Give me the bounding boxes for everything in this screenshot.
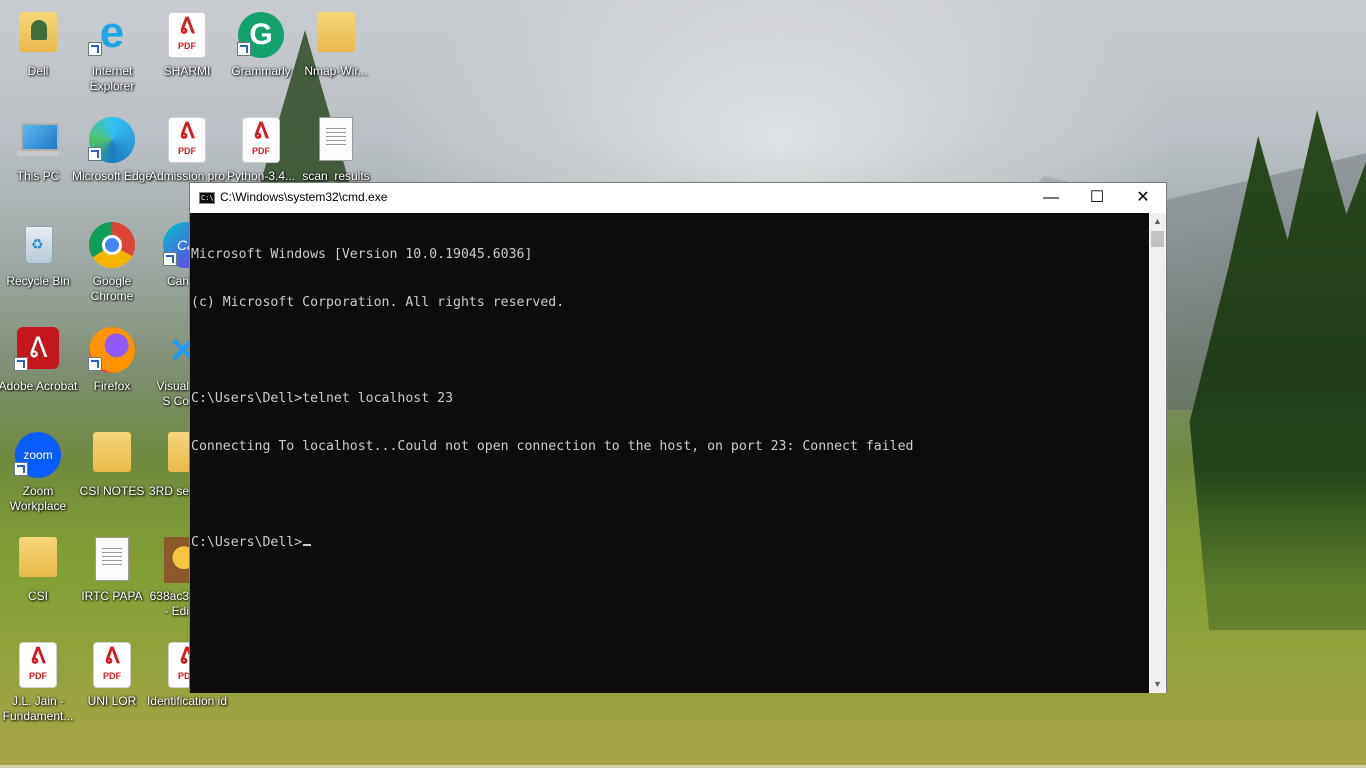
pdf-icon: ᕕ PDF xyxy=(93,642,131,688)
desktop-icon-csi-notes[interactable]: CSI NOTES xyxy=(74,426,150,526)
shortcut-arrow-icon xyxy=(14,462,28,476)
desktop-icon-grammarly[interactable]: G Grammarly xyxy=(223,6,299,106)
folder-icon xyxy=(317,12,355,52)
console-line: Connecting To localhost...Could not open… xyxy=(191,439,914,454)
window-title: C:\Windows\system32\cmd.exe xyxy=(220,190,388,204)
text-cursor xyxy=(303,544,312,546)
desktop-icon-zoom[interactable]: zoom Zoom Workplace xyxy=(0,426,76,526)
user-folder-icon xyxy=(19,12,57,52)
close-button[interactable]: ✕ xyxy=(1120,183,1166,213)
desktop-icon-adobe-acrobat[interactable]: ᕕ Adobe Acrobat xyxy=(0,321,77,421)
recycle-bin-icon: ♻ xyxy=(15,222,61,268)
minimize-button[interactable]: — xyxy=(1028,183,1074,213)
desktop-icon-uni-lor[interactable]: ᕕ PDF UNI LOR xyxy=(74,636,150,736)
text-file-icon xyxy=(95,537,129,581)
vertical-scrollbar[interactable]: ▲ ▼ xyxy=(1149,213,1166,693)
desktop-icon-nmap[interactable]: Nmap-Wir... xyxy=(298,6,374,106)
desktop-icon-google-chrome[interactable]: Google Chrome xyxy=(74,216,150,316)
desktop-icon-3rd-sem[interactable]: 3RD se xyxy=(149,426,189,526)
image-icon xyxy=(164,537,189,583)
folder-icon xyxy=(168,432,189,472)
desktop-icon-this-pc[interactable]: This PC xyxy=(0,111,76,211)
desktop-icon-internet-explorer[interactable]: e Internet Explorer xyxy=(74,6,150,106)
desktop-icon-recycle-bin[interactable]: ♻ Recycle Bin xyxy=(0,216,76,316)
shortcut-arrow-icon xyxy=(88,42,102,56)
cmd-app-icon[interactable]: C:\ xyxy=(199,192,215,204)
desktop-icon-firefox[interactable]: Firefox xyxy=(74,321,150,421)
desktop-icon-dell[interactable]: Dell xyxy=(0,6,76,106)
this-pc-icon xyxy=(15,117,61,163)
pdf-icon: ᕕ PDF xyxy=(19,642,57,688)
folder-icon xyxy=(93,432,131,472)
shortcut-arrow-icon xyxy=(88,147,102,161)
scroll-thumb[interactable] xyxy=(1151,231,1164,247)
console-prompt-line[interactable]: C:\Users\Dell> xyxy=(191,535,1150,551)
shortcut-arrow-icon xyxy=(163,252,177,266)
desktop-icon-microsoft-edge[interactable]: Microsoft Edge xyxy=(72,111,152,211)
desktop-icon-irtc-papa[interactable]: IRTC PAPA xyxy=(74,531,150,631)
shortcut-arrow-icon xyxy=(14,357,28,371)
folder-icon xyxy=(19,537,57,577)
vscode-icon: ✕ xyxy=(168,332,189,370)
desktop-icon-sharmi[interactable]: ᕕ PDF SHARMI xyxy=(149,6,225,106)
console-line: C:\Users\Dell>telnet localhost 23 xyxy=(191,391,454,406)
scroll-down-icon[interactable]: ▼ xyxy=(1149,676,1166,693)
pdf-icon: ᕕ PDF xyxy=(242,117,280,163)
console-line: (c) Microsoft Corporation. All rights re… xyxy=(191,295,565,310)
shortcut-arrow-icon xyxy=(88,357,102,371)
console-line: Microsoft Windows [Version 10.0.19045.60… xyxy=(191,247,533,262)
pdf-icon: ᕕ PDF xyxy=(168,12,206,58)
maximize-button[interactable]: ☐ xyxy=(1074,183,1120,213)
desktop-icon-canva[interactable]: Ca Can xyxy=(149,216,189,316)
chrome-icon xyxy=(89,222,135,268)
console-output[interactable]: Microsoft Windows [Version 10.0.19045.60… xyxy=(190,213,1150,693)
desktop-icon-vscode[interactable]: ✕ Visual S Co xyxy=(149,321,189,421)
desktop-icon-jl-jain[interactable]: ᕕ PDF J.L. Jain - Fundament... xyxy=(0,636,76,736)
title-bar[interactable]: C:\ C:\Windows\system32\cmd.exe — ☐ ✕ xyxy=(190,183,1166,213)
desktop-icon-csi[interactable]: CSI xyxy=(0,531,76,631)
text-file-icon xyxy=(319,117,353,161)
scroll-up-icon[interactable]: ▲ xyxy=(1149,213,1166,230)
desktop-icon-image[interactable]: 638ac3 - Edi xyxy=(149,531,189,631)
shortcut-arrow-icon xyxy=(237,42,251,56)
pdf-icon: ᕕ PDF xyxy=(168,117,206,163)
cmd-window[interactable]: C:\ C:\Windows\system32\cmd.exe — ☐ ✕ Mi… xyxy=(189,182,1167,693)
console-prompt: C:\Users\Dell> xyxy=(191,535,303,550)
